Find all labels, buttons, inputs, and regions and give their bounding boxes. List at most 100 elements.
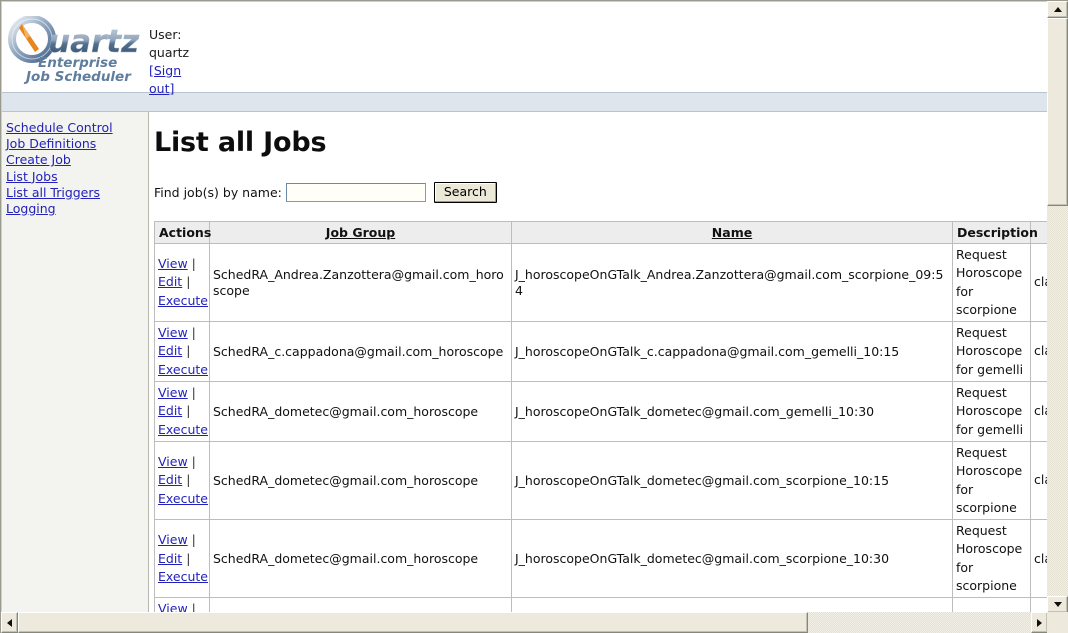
user-label: User:	[149, 26, 209, 44]
view-link[interactable]: View	[158, 325, 188, 340]
search-button[interactable]: Search	[434, 182, 497, 203]
sign-out-link-part1[interactable]: [Sign	[149, 62, 209, 80]
sidebar-nav: Schedule Control Job Definitions Create …	[2, 112, 149, 613]
action-separator: |	[186, 472, 190, 487]
action-separator: |	[186, 343, 190, 358]
view-link[interactable]: View	[158, 385, 188, 400]
action-separator: |	[192, 325, 196, 340]
execute-link[interactable]: Execute	[158, 362, 208, 377]
browser-window: uartz Enterprise Job Scheduler User: qua…	[0, 0, 1068, 633]
action-separator: |	[186, 403, 190, 418]
page-title: List all Jobs	[154, 127, 1048, 158]
column-header-description: Description	[953, 222, 1031, 244]
edit-link[interactable]: Edit	[158, 403, 182, 418]
table-row: View | Edit | Execute SchedRA_dometec@gm…	[155, 520, 1049, 598]
cell-job-group: SchedRA_dometec@gmail.com_horoscope	[210, 520, 512, 598]
edit-link[interactable]: Edit	[158, 551, 182, 566]
cell-job-class	[1031, 598, 1049, 613]
cell-job-name	[512, 598, 953, 613]
cell-job-group: SchedRA_dometec@gmail.com_horoscope	[210, 382, 512, 442]
cell-description: Request Horoscope for scorpione	[953, 520, 1031, 598]
table-row: View | Edit | Execute	[155, 598, 1049, 613]
sidebar-item-list-all-triggers[interactable]: List all Triggers	[6, 185, 148, 201]
scroll-left-icon	[7, 619, 12, 627]
cell-description: Request Horoscope for gemelli	[953, 322, 1031, 382]
edit-link[interactable]: Edit	[158, 274, 182, 289]
cell-job-class: clas net.	[1031, 322, 1049, 382]
quartz-logo-icon: uartz Enterprise Job Scheduler	[8, 16, 144, 86]
cell-description	[953, 598, 1031, 613]
main-content: List all Jobs Find job(s) by name: Searc…	[149, 112, 1048, 613]
cell-job-class: clas net.	[1031, 244, 1049, 322]
row-actions: View | Edit | Execute	[155, 598, 210, 613]
cell-job-class: clas net.	[1031, 520, 1049, 598]
cell-job-group: SchedRA_c.cappadona@gmail.com_horoscope	[210, 322, 512, 382]
edit-link[interactable]: Edit	[158, 343, 182, 358]
scroll-left-button[interactable]	[1, 612, 18, 633]
scrollbar-corner	[1047, 612, 1068, 633]
column-header-actions: Actions	[155, 222, 210, 244]
execute-link[interactable]: Execute	[158, 569, 208, 584]
cell-job-name: J_horoscopeOnGTalk_dometec@gmail.com_sco…	[512, 520, 953, 598]
page-content: uartz Enterprise Job Scheduler User: qua…	[2, 2, 1048, 613]
cell-description: Request Horoscope for scorpione	[953, 441, 1031, 519]
jobs-table-body: View | Edit | Execute SchedRA_Andrea.Zan…	[155, 244, 1049, 614]
action-separator: |	[186, 274, 190, 289]
page-viewport: uartz Enterprise Job Scheduler User: qua…	[1, 1, 1048, 613]
sort-link-name[interactable]: Name	[712, 225, 752, 240]
row-actions: View | Edit | Execute	[155, 441, 210, 519]
vertical-scrollbar-thumb[interactable]	[1047, 18, 1068, 206]
user-info-block: User: quartz [Sign out]	[149, 26, 209, 98]
cell-description: Request Horoscope for gemelli	[953, 382, 1031, 442]
scroll-right-button[interactable]	[1031, 612, 1048, 633]
row-actions: View | Edit | Execute	[155, 244, 210, 322]
horizontal-scrollbar-thumb[interactable]	[18, 612, 808, 633]
horizontal-scrollbar[interactable]	[1, 612, 1048, 633]
view-link[interactable]: View	[158, 454, 188, 469]
action-separator: |	[192, 532, 196, 547]
scroll-right-icon	[1037, 619, 1042, 627]
row-actions: View | Edit | Execute	[155, 382, 210, 442]
cell-description: Request Horoscope for scorpione	[953, 244, 1031, 322]
sidebar-item-create-job[interactable]: Create Job	[6, 152, 148, 168]
body-area: Schedule Control Job Definitions Create …	[2, 112, 1048, 613]
column-header-name[interactable]: Name	[512, 222, 953, 244]
edit-link[interactable]: Edit	[158, 472, 182, 487]
user-name: quartz	[149, 44, 209, 62]
execute-link[interactable]: Execute	[158, 422, 208, 437]
cell-job-class: clas net.	[1031, 382, 1049, 442]
sidebar-item-list-jobs[interactable]: List Jobs	[6, 169, 148, 185]
view-link[interactable]: View	[158, 256, 188, 271]
action-separator: |	[192, 256, 196, 271]
column-header-job-group[interactable]: Job Group	[210, 222, 512, 244]
quartz-logo[interactable]: uartz Enterprise Job Scheduler	[8, 16, 144, 86]
action-separator: |	[192, 454, 196, 469]
jobs-table: Actions Job Group Name Description	[154, 221, 1048, 613]
cell-job-group	[210, 598, 512, 613]
sidebar-item-schedule-control[interactable]: Schedule Control	[6, 120, 148, 136]
search-input[interactable]	[286, 183, 426, 202]
vertical-scrollbar[interactable]	[1047, 1, 1068, 613]
sidebar-item-job-definitions[interactable]: Job Definitions	[6, 136, 148, 152]
row-actions: View | Edit | Execute	[155, 520, 210, 598]
cell-job-name: J_horoscopeOnGTalk_Andrea.Zanzottera@gma…	[512, 244, 953, 322]
scroll-up-icon	[1054, 7, 1062, 12]
action-separator: |	[192, 385, 196, 400]
execute-link[interactable]: Execute	[158, 491, 208, 506]
sidebar-item-logging[interactable]: Logging	[6, 201, 148, 217]
table-row: View | Edit | Execute SchedRA_c.cappadon…	[155, 322, 1049, 382]
view-link[interactable]: View	[158, 532, 188, 547]
sort-link-job-group[interactable]: Job Group	[326, 225, 395, 240]
cell-job-name: J_horoscopeOnGTalk_dometec@gmail.com_gem…	[512, 382, 953, 442]
logo-subtitle-line2: Job Scheduler	[23, 69, 132, 85]
cell-job-name: J_horoscopeOnGTalk_c.cappadona@gmail.com…	[512, 322, 953, 382]
cell-job-group: SchedRA_dometec@gmail.com_horoscope	[210, 441, 512, 519]
row-actions: View | Edit | Execute	[155, 322, 210, 382]
scroll-down-button[interactable]	[1047, 596, 1068, 613]
table-header-row: Actions Job Group Name Description	[155, 222, 1049, 244]
cell-job-name: J_horoscopeOnGTalk_dometec@gmail.com_sco…	[512, 441, 953, 519]
sign-out-link-part2[interactable]: out]	[149, 80, 209, 98]
scroll-up-button[interactable]	[1047, 1, 1068, 18]
action-separator: |	[186, 551, 190, 566]
execute-link[interactable]: Execute	[158, 293, 208, 308]
